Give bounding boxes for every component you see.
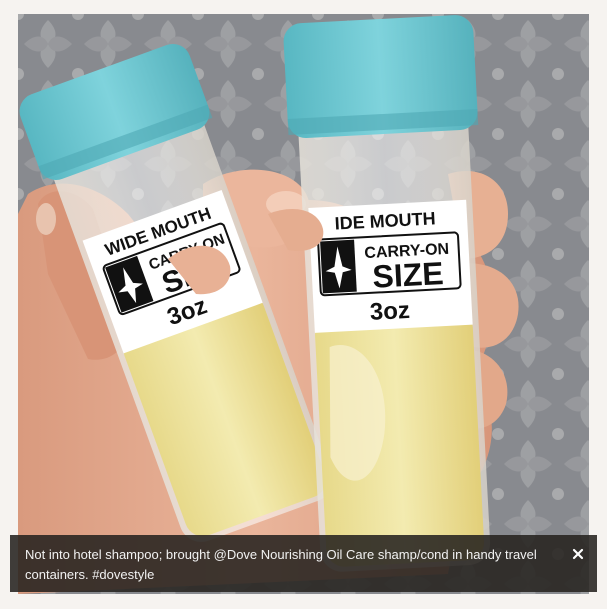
close-button[interactable]	[571, 547, 585, 561]
caption-bar: Not into hotel shampoo; brought @Dove No…	[10, 535, 597, 592]
close-icon	[572, 548, 584, 560]
right-label-line4: 3oz	[369, 297, 410, 326]
right-label-line3: SIZE	[372, 255, 445, 295]
photo-caption: Not into hotel shampoo; brought @Dove No…	[25, 547, 537, 582]
photo-illustration: WIDE MOUTH CARRY-ON SIZE 3oz IDE MOUTH	[18, 14, 589, 594]
media-viewer: WIDE MOUTH CARRY-ON SIZE 3oz IDE MOUTH	[0, 0, 607, 609]
photo: WIDE MOUTH CARRY-ON SIZE 3oz IDE MOUTH	[18, 14, 589, 594]
